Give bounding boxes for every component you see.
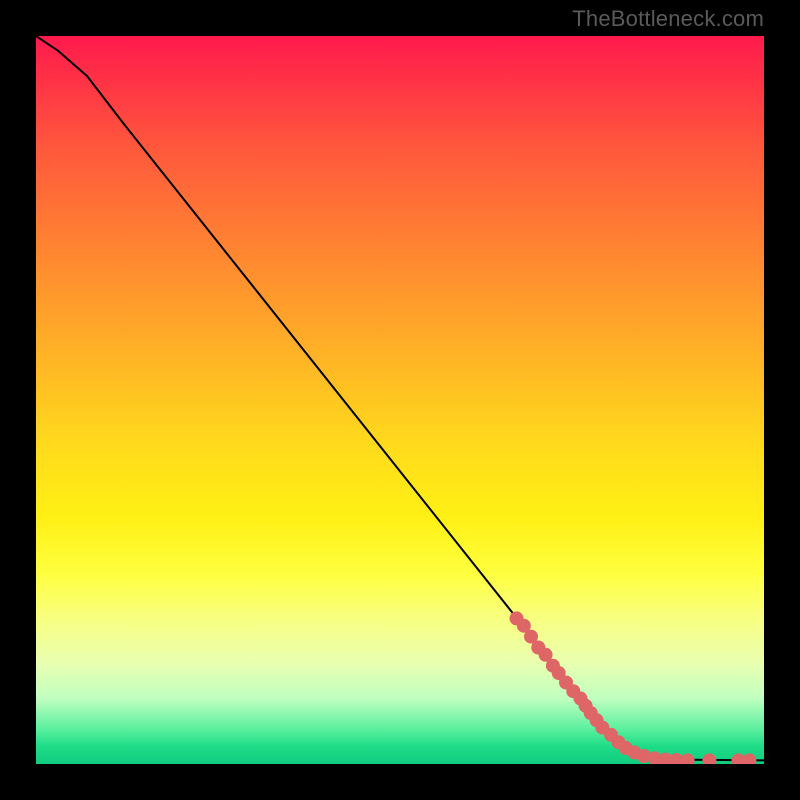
chart-overlay xyxy=(36,36,764,764)
markers-group xyxy=(510,611,757,764)
bottleneck-curve xyxy=(36,36,764,760)
watermark-text: TheBottleneck.com xyxy=(572,6,764,32)
data-marker xyxy=(742,753,756,764)
data-marker xyxy=(681,753,695,764)
data-marker xyxy=(702,753,716,764)
